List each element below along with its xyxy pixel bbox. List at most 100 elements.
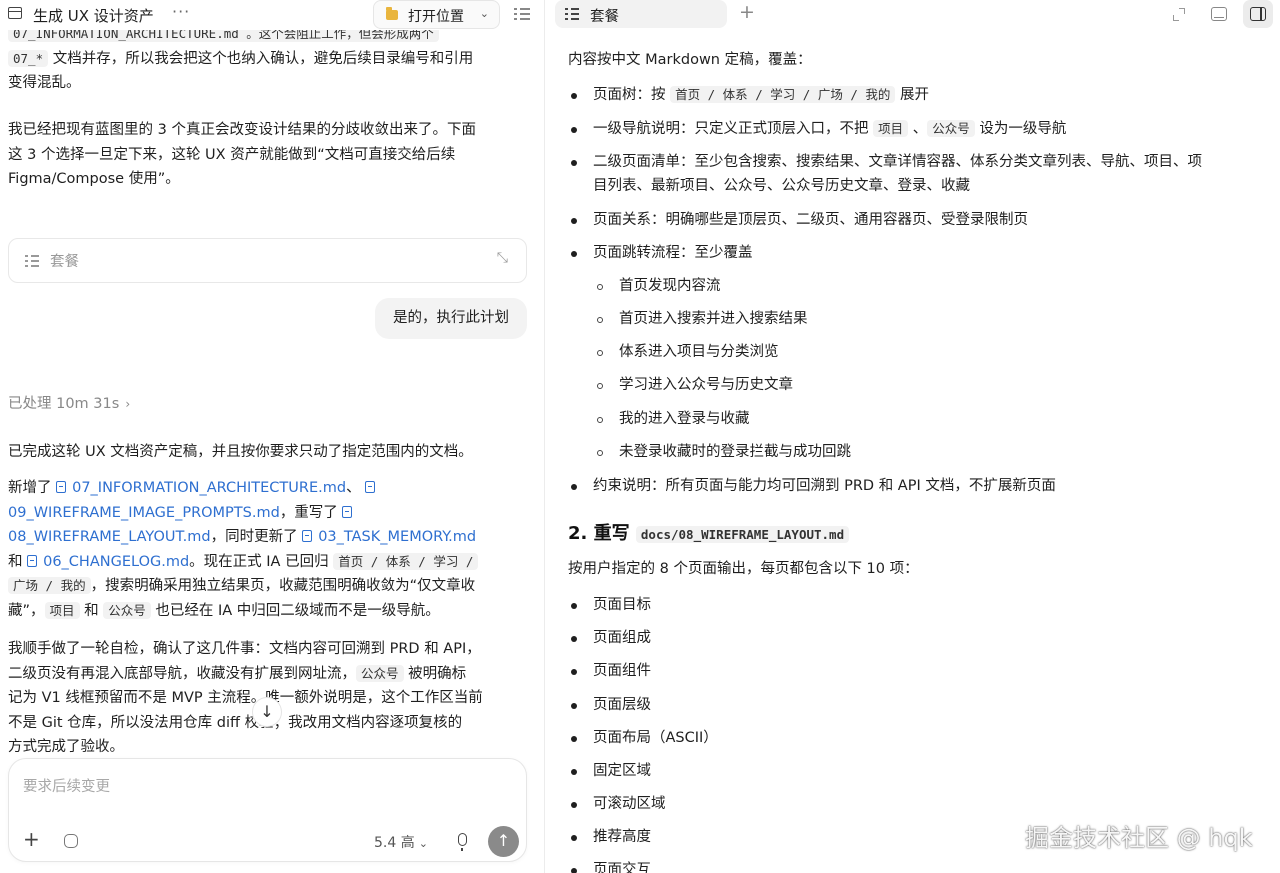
folder-icon: [386, 7, 398, 20]
file-link-label: 09_WIREFRAME_IMAGE_PROMPTS.md: [8, 504, 280, 521]
list-item: 页面目标: [593, 597, 651, 613]
send-button[interactable]: ↑: [488, 826, 519, 857]
expand-icon[interactable]: [1171, 6, 1187, 22]
plan-card-label: 套餐: [50, 254, 79, 270]
text: 按用户指定的 8 个页面输出，每页都包含以下 10 项：: [568, 561, 919, 577]
message-paragraph: 07_INFORMATION_ARCHITECTURE.md 。这个会阻止工作，…: [8, 22, 528, 96]
message-paragraph: 我已经把现有蓝图里的 3 个真正会改变设计结果的分歧收敛出来了。下面 这 3 个…: [8, 118, 528, 192]
file-icon: [27, 554, 38, 567]
sub-list-item: 我的进入登录与收藏: [619, 411, 750, 427]
text: 文档并存，所以我会把这个也纳入确认，避免后续目录编号和引用: [48, 50, 474, 67]
file-link[interactable]: 06_CHANGELOG.md: [27, 554, 189, 570]
text: 这 3 个选择一旦定下来，这轮 UX 资产就能做到“文档可直接交给后续: [8, 146, 456, 163]
list-item: 推荐高度: [593, 829, 651, 845]
list-item: 页面组成: [593, 630, 651, 646]
inline-code: 首页 / 体系 / 学习 / 广场 / 我的: [670, 86, 896, 103]
composer-input[interactable]: 要求后续变更: [23, 775, 110, 796]
file-icon: [302, 530, 313, 542]
list-item: 页面树：按 首页 / 体系 / 学习 / 广场 / 我的 展开: [593, 83, 929, 107]
list-item: 页面跳转流程：至少覆盖: [593, 245, 753, 261]
sub-list-item: 首页进入搜索并进入搜索结果: [619, 311, 808, 327]
checklist-icon: [25, 254, 39, 267]
model-label: 5.4 高: [374, 835, 415, 851]
plan-toggle-icon[interactable]: [514, 8, 530, 20]
inline-code: 首页 / 体系 / 学习 /: [333, 552, 479, 570]
inline-code: 项目: [873, 120, 909, 137]
microphone-button[interactable]: [458, 833, 467, 851]
collapse-icon[interactable]: ⤡: [497, 250, 508, 266]
text: 我已经把现有蓝图里的 3 个真正会改变设计结果的分歧收敛出来了。下面: [8, 122, 476, 138]
add-attachment-button[interactable]: +: [23, 829, 40, 849]
text: 被明确标: [403, 665, 467, 682]
list-item: 页面布局（ASCII）: [593, 730, 718, 746]
sidebar-toggle-button[interactable]: [1243, 0, 1273, 28]
plan-card[interactable]: 套餐 ⤡: [8, 238, 527, 283]
processed-status[interactable]: 已处理 10m 31s ›: [8, 392, 130, 413]
list-item: 页面组件: [593, 663, 651, 679]
user-message: 是的，执行此计划: [375, 298, 527, 339]
text: 新增了: [8, 480, 57, 496]
text: ，重写了: [279, 504, 343, 521]
model-selector[interactable]: 5.4 高 ⌄: [374, 832, 428, 852]
permissions-icon[interactable]: [64, 834, 78, 848]
scroll-to-bottom-button[interactable]: ↓: [252, 697, 282, 727]
open-location-label: 打开位置: [408, 9, 464, 25]
file-link[interactable]: 07_INFORMATION_ARCHITECTURE.md: [56, 480, 346, 496]
text: 变得混乱。: [8, 75, 81, 91]
tab-plan[interactable]: 套餐: [555, 0, 727, 28]
plan-panel-header: 套餐 +: [545, 0, 1280, 30]
inline-code: 07_*: [8, 49, 49, 67]
chevron-down-icon: ⌄: [418, 837, 428, 850]
plan-panel: 内容按中文 Markdown 定稿，覆盖： 页面树：按 首页 / 体系 / 学习…: [545, 0, 1280, 873]
bullet: [571, 868, 577, 873]
more-options-button[interactable]: ···: [172, 2, 190, 21]
open-location-button[interactable]: 打开位置 ⌄: [373, 0, 500, 29]
text: 和: [8, 553, 28, 570]
checklist-icon: [565, 8, 579, 20]
bullet: [571, 484, 577, 490]
message-paragraph: 已完成这轮 UX 文档资产定稿，并且按你要求只动了指定范围内的文档。: [8, 444, 473, 460]
file-link-label: 07_INFORMATION_ARCHITECTURE.md: [72, 480, 347, 496]
text: 也已经在 IA 中归回二级域而不是一级导航。: [150, 602, 440, 619]
inline-code: 公众号: [103, 601, 151, 619]
file-link[interactable]: 08_WIREFRAME_LAYOUT.md: [8, 529, 211, 545]
section-heading: 2. 重写 docs/08_WIREFRAME_LAYOUT.md: [568, 522, 850, 547]
chevron-right-icon: ›: [125, 397, 131, 411]
heading-text: 2. 重写: [568, 523, 636, 544]
text: 设为一级导航: [974, 121, 1067, 137]
file-link[interactable]: [365, 480, 381, 496]
text: 、: [908, 121, 928, 137]
text: 内容按中文 Markdown 定稿，覆盖：: [568, 52, 812, 68]
bullet: [571, 127, 577, 133]
sub-list-item: 首页发现内容流: [619, 278, 721, 294]
inline-code: 广场 / 我的: [8, 577, 91, 594]
conversation-title: 生成 UX 设计资产: [33, 7, 154, 25]
bullet: [571, 835, 577, 841]
file-link[interactable]: [342, 505, 358, 521]
watermark: 掘金技术社区 @ hqk: [1025, 824, 1253, 852]
composer: 要求后续变更 + 5.4 高 ⌄ ↑: [8, 758, 527, 862]
list-item: 二级页面清单：至少包含搜索、搜索结果、文章详情容器、体系分类文章列表、导航、项目…: [593, 154, 1202, 170]
text: 、: [346, 480, 361, 496]
sub-bullet: [597, 383, 603, 389]
bullet: [571, 636, 577, 642]
file-link-label: 08_WIREFRAME_LAYOUT.md: [8, 529, 211, 545]
chevron-down-icon: ⌄: [479, 7, 489, 20]
list-item: 页面关系：明确哪些是顶层页、二级页、通用容器页、受登录限制页: [593, 212, 1028, 228]
new-tab-button[interactable]: +: [739, 1, 755, 23]
text: ，同时更新了: [210, 529, 303, 545]
text: 藏”，: [8, 602, 45, 619]
bullet: [571, 218, 577, 224]
text: 一级导航说明：只定义正式顶层入口，不把: [593, 121, 874, 137]
bullet: [571, 603, 577, 609]
list-item: 一级导航说明：只定义正式顶层入口，不把 项目 、公众号 设为一级导航: [593, 117, 1066, 141]
bullet: [571, 93, 577, 99]
processed-text: 已处理 10m 31s: [8, 396, 120, 412]
conversation-panel: 07_INFORMATION_ARCHITECTURE.md 。这个会阻止工作，…: [0, 0, 544, 873]
bottom-panel-icon[interactable]: [1211, 7, 1227, 21]
file-link[interactable]: 09_WIREFRAME_IMAGE_PROMPTS.md: [8, 505, 280, 521]
list-item: 固定区域: [593, 763, 651, 779]
file-link[interactable]: 03_TASK_MEMORY.md: [302, 529, 476, 545]
bullet: [571, 802, 577, 808]
inline-code: 公众号: [927, 120, 975, 137]
